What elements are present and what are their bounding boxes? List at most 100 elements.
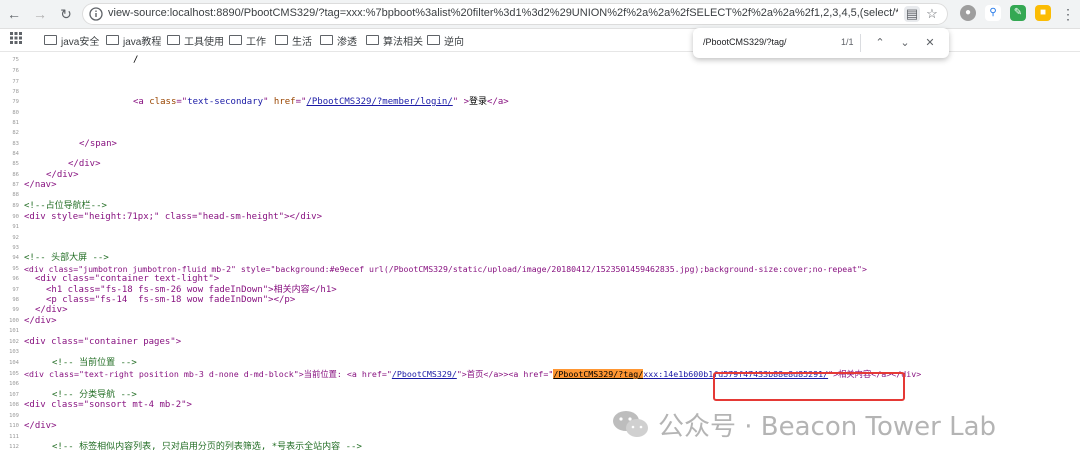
line-number: 79 bbox=[12, 99, 19, 105]
line-number: 81 bbox=[12, 120, 19, 126]
view-source-content: 75/ 76 77 78 79 <a class="text-secondary… bbox=[0, 52, 1080, 466]
line-number: 110 bbox=[9, 423, 19, 429]
address-bar[interactable]: view-source:localhost:8890/PbootCMS329/?… bbox=[82, 3, 948, 25]
reload-icon[interactable]: ↻ bbox=[58, 6, 74, 22]
browser-toolbar: ← → ↻ view-source:localhost:8890/PbootCM… bbox=[0, 0, 1080, 29]
code-token: </a> bbox=[487, 97, 509, 107]
extension-circle-icon[interactable]: ● bbox=[960, 5, 976, 21]
folder-icon bbox=[167, 35, 180, 45]
bookmark-label: 算法相关 bbox=[383, 37, 423, 48]
address-url: view-source:localhost:8890/PbootCMS329/?… bbox=[108, 7, 898, 19]
source-line: 77 bbox=[0, 77, 1080, 87]
source-line: 93 bbox=[0, 243, 1080, 253]
bookmark-folder[interactable]: 渗透 bbox=[320, 33, 357, 48]
bookmark-folder[interactable]: 工作 bbox=[229, 33, 266, 48]
bookmark-label: 逆向 bbox=[444, 37, 464, 48]
code-token: 登录 bbox=[469, 97, 488, 107]
code-comment: <!-- 当前位置 --> bbox=[52, 358, 137, 368]
line-number: 83 bbox=[12, 141, 19, 147]
close-icon[interactable]: ✕ bbox=[921, 34, 939, 52]
site-info-icon[interactable] bbox=[88, 6, 104, 22]
puzzle-extensions-icon[interactable]: ⋮ bbox=[1060, 6, 1076, 22]
yellow-extension-icon[interactable]: ■ bbox=[1035, 5, 1051, 21]
code-text: </div> bbox=[35, 305, 68, 315]
code-token: ">首页</a>><a href=" bbox=[456, 369, 554, 379]
bookmark-folder[interactable]: 工具使用 bbox=[167, 33, 224, 48]
source-link[interactable]: /PbootCMS329/ bbox=[392, 369, 457, 379]
source-line: 91 bbox=[0, 222, 1080, 232]
source-line: 100 </div> bbox=[0, 316, 1080, 326]
source-line: 80 bbox=[0, 108, 1080, 118]
green-extension-icon[interactable]: ✎ bbox=[1010, 5, 1026, 21]
folder-icon bbox=[106, 35, 119, 45]
code-comment: <!--占位导航栏--> bbox=[24, 201, 107, 211]
find-input[interactable]: /PbootCMS329/?tag/ bbox=[703, 37, 787, 47]
bookmark-folder[interactable]: 生活 bbox=[275, 33, 312, 48]
line-number: 103 bbox=[9, 349, 19, 355]
folder-icon bbox=[229, 35, 242, 45]
source-line: 99 </div> bbox=[0, 305, 1080, 315]
source-line: 112 <!-- 标签相似内容列表, 只对启用分页的列表筛选, *号表示全站内容 … bbox=[0, 442, 1080, 452]
line-number: 99 bbox=[12, 307, 19, 313]
source-line: 83 </span> bbox=[0, 139, 1080, 149]
bookmark-label: 生活 bbox=[292, 37, 312, 48]
line-number: 76 bbox=[12, 68, 19, 74]
bookmark-label: java教程 bbox=[123, 37, 162, 48]
back-arrow-icon[interactable]: ← bbox=[6, 6, 22, 22]
line-number: 105 bbox=[9, 371, 19, 377]
line-number: 94 bbox=[12, 255, 19, 261]
line-number: 98 bbox=[12, 297, 19, 303]
code-text: </div> bbox=[46, 170, 79, 180]
source-line: 107 <!-- 分类导航 --> bbox=[0, 390, 1080, 400]
bookmark-label: 工具使用 bbox=[184, 37, 224, 48]
bookmark-label: java安全 bbox=[61, 37, 100, 48]
line-number: 75 bbox=[12, 57, 19, 63]
bookmark-folder[interactable]: java教程 bbox=[106, 33, 161, 48]
line-number: 96 bbox=[12, 276, 19, 282]
folder-icon bbox=[366, 35, 379, 45]
bookmark-star-icon[interactable]: ☆ bbox=[924, 6, 940, 22]
line-number: 87 bbox=[12, 182, 19, 188]
apps-grid-icon[interactable] bbox=[10, 32, 22, 47]
source-line: 95 <div class="jumbotron jumbotron-fluid … bbox=[0, 264, 1080, 274]
source-line: 79 <a class="text-secondary" href="/Pboo… bbox=[0, 97, 1080, 107]
source-line: 85 </div> bbox=[0, 159, 1080, 169]
source-line: 106 bbox=[0, 379, 1080, 389]
page-doc-icon[interactable]: ▤ bbox=[904, 6, 920, 22]
source-link[interactable]: /PbootCMS329/?member/login/ bbox=[306, 97, 452, 107]
line-number: 78 bbox=[12, 89, 19, 95]
line-number: 88 bbox=[12, 192, 19, 198]
location-pin-icon[interactable]: ⚲ bbox=[985, 5, 1001, 21]
watermark-text: 公众号 · Beacon Tower Lab bbox=[658, 411, 997, 442]
line-number: 91 bbox=[12, 224, 19, 230]
bookmark-folder[interactable]: 算法相关 bbox=[366, 33, 423, 48]
find-match-highlight: /PbootCMS329/?tag/ bbox=[553, 369, 644, 379]
source-line: 96 <div class="container text-light"> bbox=[0, 274, 1080, 284]
line-number: 97 bbox=[12, 287, 19, 293]
line-number: 108 bbox=[9, 402, 19, 408]
line-number: 106 bbox=[9, 381, 19, 387]
source-line: 104 <!-- 当前位置 --> bbox=[0, 358, 1080, 368]
code-text: </nav> bbox=[24, 180, 57, 190]
line-number: 84 bbox=[12, 151, 19, 157]
code-token: text-secondary bbox=[187, 97, 264, 107]
line-number: 85 bbox=[12, 161, 19, 167]
source-line: 82 bbox=[0, 128, 1080, 138]
find-match-count: 1/1 bbox=[841, 37, 854, 47]
find-bar: /PbootCMS329/?tag/ 1/1 ⌃ ⌄ ✕ bbox=[693, 28, 949, 58]
bookmark-folder[interactable]: java安全 bbox=[44, 33, 99, 48]
code-text: <div class="jumbotron jumbotron-fluid mb… bbox=[24, 264, 867, 274]
code-comment: <!-- 分类导航 --> bbox=[52, 390, 137, 400]
watermark: 公众号 · Beacon Tower Lab bbox=[612, 407, 997, 442]
code-text: </div> bbox=[24, 316, 57, 326]
code-text: <p class="fs-14 fs-sm-18 wow fadeInDown"… bbox=[46, 295, 296, 305]
chevron-up-icon[interactable]: ⌃ bbox=[871, 34, 889, 52]
code-token: " bbox=[263, 97, 274, 107]
line-number: 89 bbox=[12, 203, 19, 209]
source-line: 97 <h1 class="fs-18 fs-sm-26 wow fadeInDo… bbox=[0, 285, 1080, 295]
forward-arrow-icon[interactable]: → bbox=[32, 6, 48, 22]
code-text: </div> bbox=[24, 421, 57, 431]
folder-icon bbox=[320, 35, 333, 45]
bookmark-folder[interactable]: 逆向 bbox=[427, 33, 464, 48]
chevron-down-icon[interactable]: ⌄ bbox=[896, 34, 914, 52]
